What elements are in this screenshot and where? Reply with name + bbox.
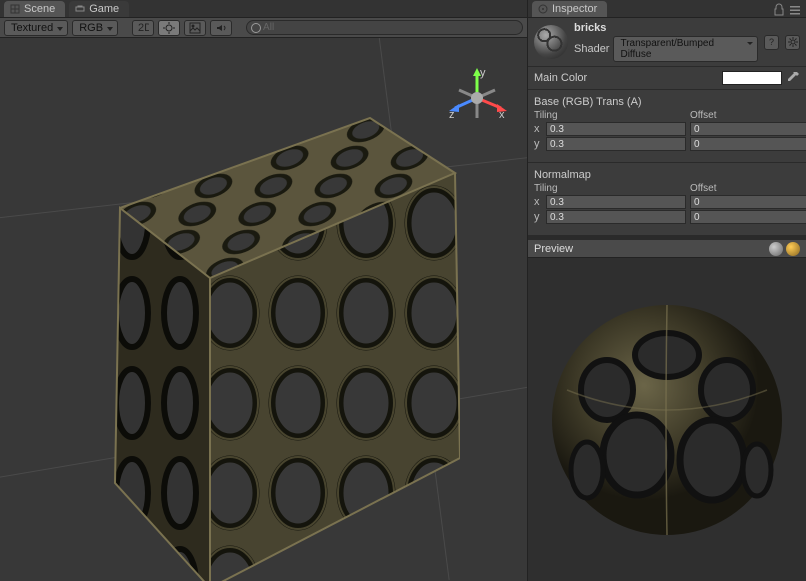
skybox-toggle-button[interactable] (184, 20, 206, 36)
search-input[interactable]: All (246, 20, 523, 35)
normalmap-section: Normalmap Tiling x y Offset Select (528, 163, 806, 236)
lighting-toggle-button[interactable] (158, 20, 180, 36)
norm-offset-x-input[interactable] (690, 195, 806, 209)
preview-header: Preview (528, 240, 806, 258)
toggle-2d-button[interactable]: 2D (132, 20, 154, 36)
material-preview-icon (534, 25, 568, 59)
scene-cube (60, 88, 460, 581)
svg-text:x: x (499, 109, 505, 121)
base-offset-x-input[interactable] (690, 122, 806, 136)
base-tiling-x-input[interactable] (546, 122, 686, 136)
render-mode-dropdown[interactable]: RGB (72, 20, 118, 36)
norm-tiling-y-input[interactable] (546, 210, 686, 224)
tab-inspector-label: Inspector (552, 3, 597, 15)
tab-inspector[interactable]: Inspector (532, 1, 607, 17)
norm-tiling-x-input[interactable] (546, 195, 686, 209)
eyedropper-icon[interactable] (786, 71, 800, 85)
main-color-swatch[interactable] (722, 71, 782, 85)
material-name: bricks (574, 22, 758, 34)
base-texture-section: Base (RGB) Trans (A) Tiling x y Offset S… (528, 90, 806, 163)
lock-icon[interactable] (772, 3, 786, 17)
tiling-label: Tiling (534, 110, 686, 121)
audio-toggle-button[interactable] (210, 20, 232, 36)
tab-scene-label: Scene (24, 3, 55, 15)
orientation-gizmo[interactable]: y x z (447, 68, 507, 128)
base-texture-label: Base (RGB) Trans (A) (534, 96, 806, 108)
tab-scene[interactable]: Scene (4, 1, 65, 17)
svg-text:2D: 2D (138, 22, 149, 34)
shader-label: Shader (574, 43, 609, 55)
panel-menu-icon[interactable] (788, 3, 802, 17)
normalmap-label: Normalmap (534, 169, 806, 181)
help-button[interactable]: ? (764, 35, 779, 50)
base-offset-y-input[interactable] (690, 137, 806, 151)
game-icon (75, 4, 85, 14)
scene-viewport[interactable]: y x z (0, 38, 527, 581)
shader-dropdown[interactable]: Transparent/Bumped Diffuse (613, 36, 758, 62)
scene-toolbar: Textured RGB 2D All (0, 18, 527, 38)
scene-tabbar: Scene Game (0, 0, 527, 18)
inspector-tabbar: Inspector (528, 0, 806, 18)
preview-sphere (547, 300, 787, 540)
svg-text:y: y (480, 68, 486, 79)
preview-label: Preview (534, 243, 766, 255)
offset-label: Offset (690, 110, 806, 121)
tab-game-label: Game (89, 3, 119, 15)
norm-offset-y-input[interactable] (690, 210, 806, 224)
svg-text:z: z (449, 109, 455, 121)
material-preview[interactable] (528, 258, 806, 581)
preview-light-plain-button[interactable] (769, 242, 783, 256)
inspector-icon (538, 4, 548, 14)
draw-mode-dropdown[interactable]: Textured (4, 20, 68, 36)
main-color-label: Main Color (534, 72, 624, 84)
tab-game[interactable]: Game (69, 1, 129, 17)
settings-gear-button[interactable] (785, 35, 800, 50)
base-tiling-y-input[interactable] (546, 137, 686, 151)
preview-light-colored-button[interactable] (786, 242, 800, 256)
material-header: bricks Shader Transparent/Bumped Diffuse… (528, 18, 806, 67)
scene-icon (10, 4, 20, 14)
